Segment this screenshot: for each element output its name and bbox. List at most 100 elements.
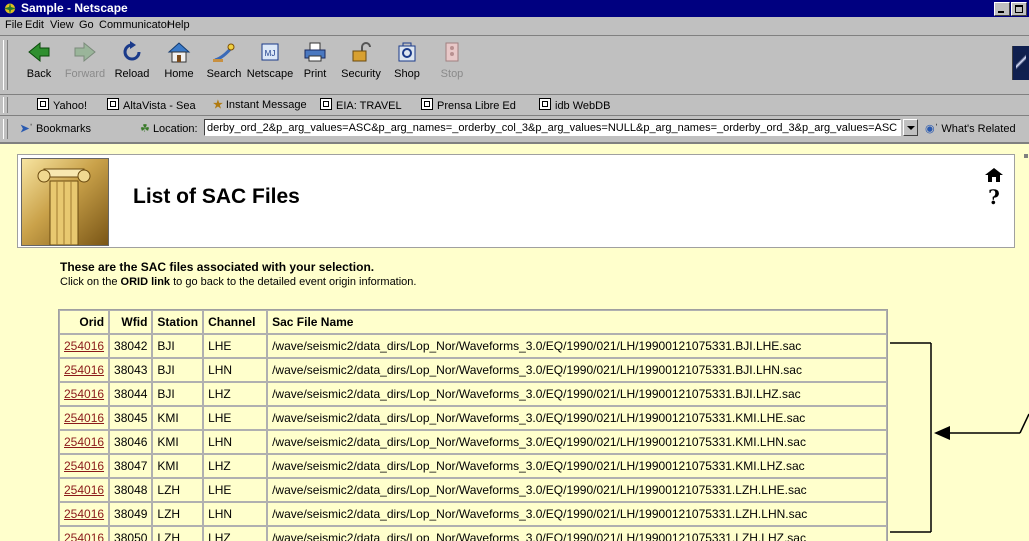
intro-pre: Click on the	[60, 276, 121, 288]
channel-cell: LHZ	[203, 454, 268, 478]
personal-toolbar-grip[interactable]	[3, 97, 8, 113]
col-sac-file-name: Sac File Name	[267, 310, 888, 334]
maximize-button[interactable]	[1011, 2, 1027, 16]
reload-button[interactable]: Reload	[106, 40, 158, 80]
window-title: Sample - Netscape	[21, 1, 128, 15]
page-title: List of SAC Files	[133, 185, 300, 208]
orid-cell: 254016	[59, 454, 110, 478]
toolbar-grip[interactable]	[3, 40, 8, 90]
orid-cell: 254016	[59, 502, 110, 526]
home-help-links[interactable]: ?	[983, 167, 1007, 209]
sac-file-name-cell: /wave/seismic2/data_dirs/Lop_Nor/Wavefor…	[267, 406, 888, 430]
orid-cell: 254016	[59, 430, 110, 454]
table-row: 254016 38046 KMI LHN/wave/seismic2/data_dir…	[59, 430, 888, 454]
bookmarks-icon: ➤	[20, 123, 30, 135]
bookmark-instant-message-label: Instant Message	[225, 99, 307, 111]
table-body: 254016 38042 BJI LHE/wave/seismic2/data_dir…	[59, 334, 888, 541]
menu-edit[interactable]: Edit	[25, 19, 44, 31]
intro-text: These are the SAC files associated with …	[60, 260, 416, 288]
bookmark-prensa-libre[interactable]: Prensa Libre Ed	[421, 98, 516, 112]
bookmark-page-icon	[107, 98, 119, 110]
bookmarks-button[interactable]: ➤ˈ Bookmarks	[20, 122, 91, 135]
location-toolbar: ➤ˈ Bookmarks ☘ Location: derby_ord_2&p_a…	[0, 116, 1029, 144]
stop-button[interactable]: Stop	[426, 40, 478, 80]
station-cell: LZH	[152, 526, 204, 541]
table-header-row: Orid Wfid Station Channel Sac File Name	[59, 310, 888, 334]
station-cell: BJI	[152, 334, 204, 358]
stop-icon	[445, 42, 459, 62]
svg-text:MJ: MJ	[265, 49, 276, 58]
minimize-button[interactable]	[994, 2, 1010, 16]
location-input[interactable]: derby_ord_2&p_arg_values=ASC&p_arg_names…	[204, 119, 901, 136]
instant-message-icon: ★	[213, 99, 223, 111]
house-icon[interactable]	[983, 167, 1005, 183]
back-icon	[28, 41, 50, 63]
stop-label: Stop	[440, 68, 464, 80]
bookmark-altavista[interactable]: AltaVista - Sea	[107, 98, 196, 112]
orid-link[interactable]: 254016	[64, 435, 104, 449]
channel-cell: LHN	[203, 358, 268, 382]
arrow-tail-line	[1019, 413, 1029, 434]
sac-file-name-cell: /wave/seismic2/data_dirs/Lop_Nor/Wavefor…	[267, 478, 888, 502]
search-icon	[213, 43, 235, 62]
intro-bold: ORID link	[120, 276, 171, 288]
whats-related-button[interactable]: ◉ˈ What's Related	[925, 122, 1016, 135]
table-row: 254016 38048 LZH LHE/wave/seismic2/data_dir…	[59, 478, 888, 502]
orid-link[interactable]: 254016	[64, 507, 104, 521]
scrollbar-edge[interactable]	[1024, 154, 1028, 158]
sac-file-name-cell: /wave/seismic2/data_dirs/Lop_Nor/Wavefor…	[267, 358, 888, 382]
channel-cell: LHE	[203, 334, 268, 358]
bookmark-instant-message[interactable]: ★ Instant Message	[213, 98, 307, 111]
menu-view[interactable]: View	[50, 19, 74, 31]
shop-icon	[398, 42, 416, 62]
sac-file-name-cell: /wave/seismic2/data_dirs/Lop_Nor/Wavefor…	[267, 454, 888, 478]
help-question-icon[interactable]: ?	[983, 185, 1005, 209]
channel-cell: LHZ	[203, 382, 268, 406]
security-button[interactable]: Security	[335, 40, 387, 80]
table-row: 254016 38047 KMI LHZ/wave/seismic2/data_dir…	[59, 454, 888, 478]
netscape-throbber[interactable]	[1012, 46, 1029, 80]
search-button[interactable]: Search	[198, 40, 250, 80]
location-icon: ☘	[140, 123, 150, 135]
orid-link[interactable]: 254016	[64, 531, 104, 541]
orid-link[interactable]: 254016	[64, 387, 104, 401]
sac-file-name-cell: /wave/seismic2/data_dirs/Lop_Nor/Wavefor…	[267, 526, 888, 541]
menu-help[interactable]: Help	[167, 19, 190, 31]
channel-cell: LHN	[203, 502, 268, 526]
back-button[interactable]: Back	[13, 40, 65, 80]
arrow-head-icon	[934, 426, 950, 440]
wfid-cell: 38047	[109, 454, 153, 478]
bookmark-prensa-libre-label: Prensa Libre Ed	[437, 100, 516, 112]
bookmark-yahoo[interactable]: Yahoo!	[37, 98, 87, 112]
bookmark-idb-webdb[interactable]: idb WebDB	[539, 98, 610, 112]
table-row: 254016 38049 LZH LHN/wave/seismic2/data_dir…	[59, 502, 888, 526]
bookmark-altavista-label: AltaVista - Sea	[123, 100, 196, 112]
col-orid: Orid	[59, 310, 110, 334]
whats-related-label: What's Related	[941, 123, 1016, 135]
security-icon	[352, 42, 371, 62]
bookmarks-label: Bookmarks	[35, 123, 91, 135]
bookmark-yahoo-label: Yahoo!	[53, 100, 88, 112]
orid-link[interactable]: 254016	[64, 363, 104, 377]
channel-cell: LHN	[203, 430, 268, 454]
print-button[interactable]: Print	[289, 40, 341, 80]
location-label: Location:	[152, 123, 198, 135]
orid-link[interactable]: 254016	[64, 483, 104, 497]
orid-link[interactable]: 254016	[64, 459, 104, 473]
forward-label: Forward	[64, 68, 106, 80]
menu-go[interactable]: Go	[79, 19, 94, 31]
personal-toolbar: Yahoo! AltaVista - Sea ★ Instant Message …	[0, 95, 1029, 116]
forward-button[interactable]: Forward	[59, 40, 111, 80]
menu-file[interactable]: File	[5, 19, 23, 31]
menu-communicator[interactable]: Communicator	[99, 19, 171, 31]
wfid-cell: 38044	[109, 382, 153, 406]
bookmark-eia-travel[interactable]: EIA: TRAVEL	[320, 98, 402, 112]
location-dropdown-button[interactable]	[903, 119, 918, 136]
location-toolbar-grip[interactable]	[3, 119, 8, 139]
orid-cell: 254016	[59, 358, 110, 382]
channel-cell: LHZ	[203, 526, 268, 541]
orid-cell: 254016	[59, 406, 110, 430]
orid-link[interactable]: 254016	[64, 411, 104, 425]
wfid-cell: 38050	[109, 526, 153, 541]
orid-link[interactable]: 254016	[64, 339, 104, 353]
